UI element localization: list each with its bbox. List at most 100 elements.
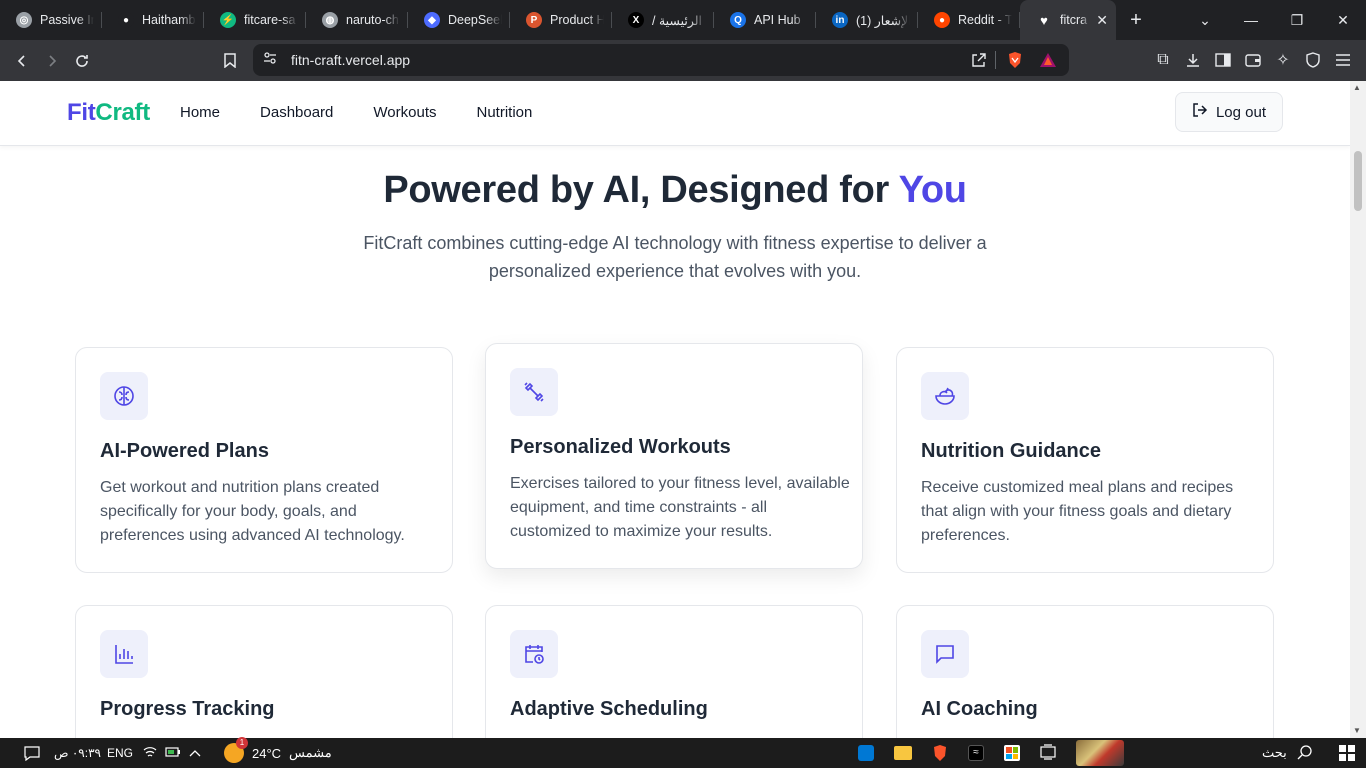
- brain-icon: [100, 372, 148, 420]
- tab-title: API Hub: [754, 13, 801, 27]
- tab-title: (1) الإشعار: [856, 13, 910, 28]
- browser-tab[interactable]: ● Haithamb: [102, 0, 204, 40]
- bookmark-icon[interactable]: [215, 46, 245, 76]
- nav-home[interactable]: Home: [180, 104, 220, 121]
- tab-title: Passive In: [40, 13, 94, 27]
- tab-favicon-icon: ♥: [1040, 12, 1048, 28]
- feature-desc: Exercises tailored to your fitness level…: [510, 475, 850, 540]
- feature-title: Nutrition Guidance: [921, 440, 1101, 462]
- tab-title: Product H: [550, 13, 604, 27]
- site-header: FitCraft Home Dashboard Workouts Nutriti…: [0, 81, 1350, 146]
- search-icon: [1297, 744, 1313, 763]
- browser-tab[interactable]: ◍ naruto-ch: [306, 0, 408, 40]
- chevron-up-icon[interactable]: [189, 746, 201, 760]
- tab-title: Reddit - T: [958, 13, 1012, 27]
- nav-nutrition[interactable]: Nutrition: [476, 104, 532, 121]
- weather-condition: مشمس: [289, 745, 332, 760]
- taskbar-search[interactable]: بحث: [1262, 738, 1313, 768]
- site-info-icon[interactable]: [263, 51, 277, 70]
- photos-app-icon[interactable]: [858, 745, 874, 761]
- nav-dashboard[interactable]: Dashboard: [260, 104, 333, 121]
- feature-title: AI Coaching: [921, 698, 1038, 720]
- weather-badge: 1: [236, 737, 248, 749]
- page-scrollbar[interactable]: ▲ ▼: [1350, 81, 1366, 738]
- menu-icon[interactable]: [1328, 45, 1358, 75]
- feature-card-progress-tracking: Progress Tracking: [75, 605, 453, 738]
- vpn-icon[interactable]: [1298, 45, 1328, 75]
- feature-card-nutrition-guidance: Nutrition Guidance Receive customized me…: [896, 347, 1274, 573]
- close-tab-icon[interactable]: ✕: [1096, 12, 1108, 29]
- wallet-icon[interactable]: [1238, 45, 1268, 75]
- tab-title: fitcare-sa: [244, 13, 296, 27]
- file-explorer-icon[interactable]: [894, 746, 912, 760]
- tab-favicon-icon: P: [526, 12, 542, 28]
- tab-title: DeepSeek: [448, 13, 502, 27]
- browser-toolbar: fitn-craft.vercel.app ⧉ ✧: [0, 40, 1366, 81]
- leo-ai-icon[interactable]: ✧: [1268, 45, 1298, 75]
- tab-favicon-icon: ◆: [424, 12, 440, 28]
- reload-button[interactable]: [67, 46, 97, 76]
- close-window-button[interactable]: ✕: [1320, 0, 1366, 40]
- fitcraft-logo[interactable]: FitCraft: [67, 99, 150, 127]
- sun-icon: 1: [224, 737, 248, 763]
- feature-title: Personalized Workouts: [510, 436, 731, 458]
- weather-widget[interactable]: 1 24°C مشمس: [224, 737, 332, 768]
- address-bar[interactable]: fitn-craft.vercel.app: [253, 44, 1069, 76]
- tab-favicon-icon: Q: [730, 12, 746, 28]
- feature-card-ai-coaching: AI Coaching: [896, 605, 1274, 738]
- back-button[interactable]: [7, 46, 37, 76]
- minimize-button[interactable]: —: [1228, 0, 1274, 40]
- feature-title: AI-Powered Plans: [100, 440, 269, 462]
- browser-tab[interactable]: Q API Hub: [714, 0, 816, 40]
- tab-title: naruto-ch: [346, 13, 399, 27]
- language-indicator[interactable]: ENG: [107, 738, 133, 768]
- tab-search-icon[interactable]: ⌄: [1182, 0, 1228, 40]
- dumbbell-icon: [510, 368, 558, 416]
- browser-tab[interactable]: P Product H: [510, 0, 612, 40]
- browser-tab[interactable]: X / الرئيسية: [612, 0, 714, 40]
- clock[interactable]: ٠٩:٣٩ ص: [54, 738, 101, 768]
- wifi-icon[interactable]: [143, 746, 157, 761]
- windows-icon: [1339, 745, 1355, 761]
- feature-card-adaptive-scheduling: Adaptive Scheduling: [485, 605, 863, 738]
- new-tab-button[interactable]: +: [1116, 0, 1156, 40]
- windows-taskbar: ٠٩:٣٩ ص ENG 1 24°C مشمس ≈ بحث: [0, 737, 1366, 768]
- webpage: FitCraft Home Dashboard Workouts Nutriti…: [0, 81, 1350, 738]
- brave-rewards-icon[interactable]: [1039, 52, 1057, 73]
- battery-icon[interactable]: [165, 746, 181, 761]
- feature-desc: Receive customized meal plans and recipe…: [921, 479, 1234, 544]
- feature-desc: Get workout and nutrition plans created …: [100, 479, 405, 544]
- tab-active[interactable]: ♥ fitcra ✕: [1020, 0, 1116, 40]
- downloads-icon[interactable]: [1178, 45, 1208, 75]
- extensions-icon[interactable]: ⧉: [1148, 45, 1178, 75]
- task-view-icon[interactable]: [1040, 743, 1056, 763]
- salad-icon: [921, 372, 969, 420]
- search-highlight-image[interactable]: [1076, 738, 1124, 768]
- nav-workouts[interactable]: Workouts: [373, 104, 436, 121]
- brave-shields-icon[interactable]: [1007, 51, 1023, 74]
- browser-tab[interactable]: in (1) الإشعار: [816, 0, 918, 40]
- url-text[interactable]: fitn-craft.vercel.app: [291, 52, 410, 68]
- browser-tab[interactable]: ● Reddit - T: [918, 0, 1020, 40]
- browser-tab[interactable]: ◆ DeepSeek: [408, 0, 510, 40]
- logout-button[interactable]: Log out: [1175, 92, 1283, 132]
- sidebar-icon[interactable]: [1208, 45, 1238, 75]
- scrollbar-thumb[interactable]: [1354, 151, 1362, 211]
- search-label: بحث: [1262, 745, 1287, 760]
- notification-icon[interactable]: [24, 738, 40, 768]
- browser-tab[interactable]: ◎ Passive In: [0, 0, 102, 40]
- calendar-clock-icon: [510, 630, 558, 678]
- forward-button[interactable]: [37, 46, 67, 76]
- capcut-icon[interactable]: ≈: [968, 745, 984, 761]
- tab-strip: ◎ Passive In ● Haithamb ⚡ fitcare-sa ◍ naruto-c…: [0, 0, 1366, 40]
- logout-label: Log out: [1215, 103, 1267, 121]
- start-button[interactable]: [1339, 738, 1355, 768]
- browser-tab[interactable]: ⚡ fitcare-sa: [204, 0, 306, 40]
- share-icon[interactable]: [971, 52, 987, 73]
- logout-icon: [1192, 102, 1208, 122]
- tab-favicon-icon: X: [628, 12, 644, 28]
- feature-card-personalized-workouts: Personalized Workouts Exercises tailored…: [485, 343, 863, 569]
- restore-button[interactable]: ❐: [1274, 0, 1320, 40]
- brave-browser-icon[interactable]: [932, 744, 948, 762]
- microsoft-store-icon[interactable]: [1004, 745, 1020, 761]
